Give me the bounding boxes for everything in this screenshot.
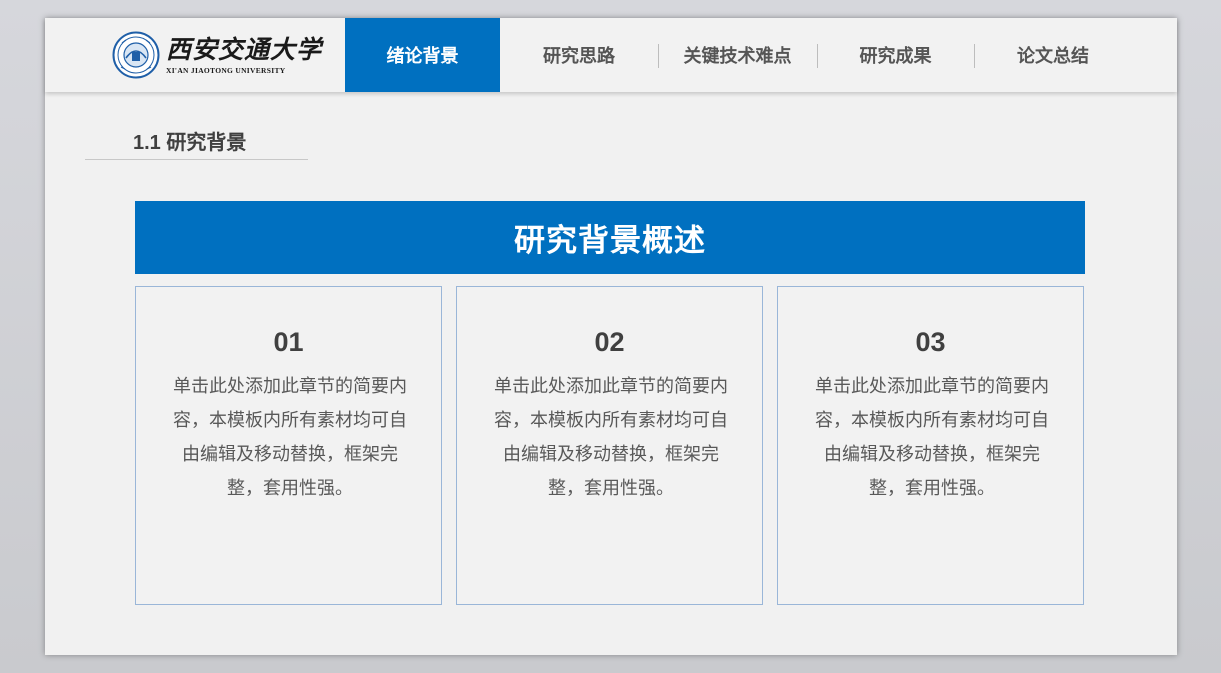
nav-tab-research-approach[interactable]: 研究思路 xyxy=(500,18,658,92)
nav-divider xyxy=(658,44,659,68)
nav-tab-conclusion[interactable]: 论文总结 xyxy=(974,18,1132,92)
top-navigation-bar: 西安交通大学 XI'AN JIAOTONG UNIVERSITY 绪论背景 研究… xyxy=(45,18,1177,92)
nav-tab-key-difficulties[interactable]: 关键技术难点 xyxy=(658,18,817,92)
card-number: 01 xyxy=(273,327,304,357)
card-number: 03 xyxy=(915,327,946,357)
nav-divider xyxy=(974,44,975,68)
section-title: 1.1 研究背景 xyxy=(133,132,247,154)
nav-divider xyxy=(817,44,818,68)
main-nav: 绪论背景 研究思路 关键技术难点 研究成果 论文总结 xyxy=(345,18,1132,92)
content-card-2[interactable]: 02 单击此处添加此章节的简要内容，本模板内所有素材均可自由编辑及移动替换，框架… xyxy=(456,286,763,605)
banner-title: 研究背景概述 xyxy=(514,223,706,258)
logo-name-english: XI'AN JIAOTONG UNIVERSITY xyxy=(166,65,286,75)
content-card-1[interactable]: 01 单击此处添加此章节的简要内容，本模板内所有素材均可自由编辑及移动替换，框架… xyxy=(135,286,442,605)
nav-tab-introduction[interactable]: 绪论背景 xyxy=(345,18,500,92)
nav-tab-label: 研究思路 xyxy=(543,46,615,66)
card-description: 单击此处添加此章节的简要内容，本模板内所有素材均可自由编辑及移动替换，框架完整，… xyxy=(494,376,728,498)
card-number: 02 xyxy=(594,327,625,357)
section-underline xyxy=(85,159,308,160)
overview-banner: 研究背景概述 xyxy=(135,201,1085,274)
content-card-3[interactable]: 03 单击此处添加此章节的简要内容，本模板内所有素材均可自由编辑及移动替换，框架… xyxy=(777,286,1084,605)
nav-tab-label: 绪论背景 xyxy=(386,46,459,66)
nav-tab-label: 关键技术难点 xyxy=(683,46,792,66)
nav-tab-label: 论文总结 xyxy=(1017,46,1089,66)
card-description: 单击此处添加此章节的简要内容，本模板内所有素材均可自由编辑及移动替换，框架完整，… xyxy=(815,376,1049,498)
nav-tab-label: 研究成果 xyxy=(859,46,932,66)
slide: 西安交通大学 XI'AN JIAOTONG UNIVERSITY 绪论背景 研究… xyxy=(45,18,1177,655)
logo-name-chinese: 西安交通大学 xyxy=(166,34,323,64)
university-seal-icon xyxy=(112,31,160,79)
university-logo[interactable]: 西安交通大学 XI'AN JIAOTONG UNIVERSITY xyxy=(112,28,322,82)
card-description: 单击此处添加此章节的简要内容，本模板内所有素材均可自由编辑及移动替换，框架完整，… xyxy=(173,376,407,498)
nav-tab-research-results[interactable]: 研究成果 xyxy=(817,18,974,92)
